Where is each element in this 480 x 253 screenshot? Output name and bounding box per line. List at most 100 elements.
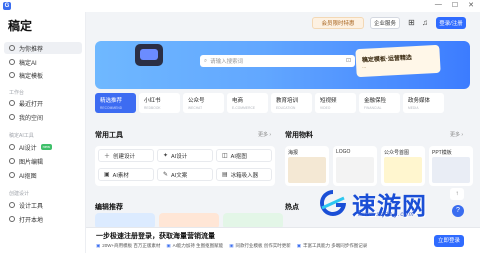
login-register-button[interactable]: 登录/注册 [436, 17, 466, 29]
tool-label: AI素材 [112, 172, 129, 179]
category-sublabel: MEDIA [408, 106, 419, 110]
category-tile-financial[interactable]: 金融保险 FINANCIAL [359, 93, 400, 113]
tool-fridge[interactable]: ▤ 冰箱吸入器 [216, 168, 272, 181]
category-sublabel: VIDEO [320, 106, 331, 110]
material-card-ppt[interactable]: PPT模板 [429, 146, 473, 186]
tool-ai-material[interactable]: ▣ AI素材 [98, 168, 154, 181]
hot-section-title: 热点 [285, 204, 299, 211]
promo-feature: 同款行业模板 创作实时更新 [229, 243, 290, 249]
sidebar-item-label: AI抠图 [19, 173, 37, 180]
login-promo-bar: 一步极速注册登录，获取海量营销流量 20W+商用模板 百万正版素材 AI能力加持… [86, 227, 480, 253]
materials-row: 海报 LOGO 公众号首图 PPT模板 [285, 146, 475, 186]
category-tile-recommend[interactable]: 精选推荐 RECOMMEND [95, 93, 136, 113]
notification-icon[interactable]: ♫ [422, 18, 428, 27]
sidebar-item-label: 为你推荐 [19, 46, 44, 53]
grid-apps-icon[interactable]: ⊞ [408, 18, 415, 27]
promo-features: 20W+商用模板 百万正版素材 AI能力加持 生图抠图赋能 同款行业模板 创作实… [96, 243, 367, 249]
tool-label: AI设计 [171, 153, 188, 160]
image-search-icon[interactable]: ⊡ [346, 57, 351, 64]
material-label: LOGO [336, 149, 351, 155]
material-label: 海报 [288, 150, 299, 156]
enterprise-service-button[interactable]: 企业服务 [370, 17, 400, 29]
materials-section-title: 常用物料 [285, 132, 313, 139]
close-icon[interactable]: ✕ [468, 1, 474, 9]
material-card-logo[interactable]: LOGO [333, 146, 377, 186]
sidebar-item-recommend[interactable]: 为你推荐 [4, 42, 82, 54]
sidebar-item-cutout[interactable]: AI抠图 [4, 169, 82, 181]
material-card-wechat-cover[interactable]: 公众号首图 [381, 146, 425, 186]
tools-more-link[interactable]: 更多 › [258, 131, 271, 138]
tools-grid: ＋创建设计 ✦ AI设计 ◫ AI抠图 ▣ AI素材 ✎ AI文案 ▤ 冰箱吸入器 [95, 146, 275, 186]
watermark-logo-icon [320, 190, 346, 216]
window-titlebar: G — ☐ ✕ [0, 0, 480, 12]
category-label: 金融保险 [364, 98, 387, 104]
category-tabs: 精选推荐 RECOMMEND 小红书 REDBOOK 公众号 WECHAT 电商 E-C… [95, 93, 475, 113]
sidebar-item-label: 稿定模板 [19, 73, 44, 80]
category-sublabel: WECHAT [188, 106, 203, 110]
plus-icon: ＋ [104, 154, 111, 160]
tool-ai-cutout[interactable]: ◫ AI抠图 [216, 149, 272, 162]
sidebar-item-ai-design[interactable]: AI设计 new [4, 141, 82, 153]
sidebar: 稿定 为你推荐 稿定AI 稿定模板 工作台 最近打开 我的空间 稿定AI工具 A… [0, 12, 86, 253]
brand-title: 稿定 [8, 19, 33, 33]
sidebar-item-label: 最近打开 [19, 101, 44, 108]
tool-ai-design[interactable]: ✦ AI设计 [157, 149, 213, 162]
clock-icon [9, 100, 15, 106]
search-input[interactable]: ⌕ 请输入搜索词 ⊡ [200, 55, 355, 67]
search-icon: ⌕ [204, 57, 208, 64]
sidebar-item-templates[interactable]: 稿定模板 [4, 69, 82, 81]
category-label: 教育培训 [276, 98, 299, 104]
category-label: 短视频 [320, 98, 337, 104]
new-badge: new [40, 144, 53, 150]
category-tile-media[interactable]: 政务媒体 MEDIA [403, 93, 444, 113]
fridge-icon: ▤ [222, 172, 228, 178]
minimize-icon[interactable]: — [435, 1, 442, 9]
tool-ai-copywriting[interactable]: ✎ AI文案 [157, 168, 213, 181]
ai-icon [9, 59, 15, 65]
sidebar-section-ai-tools: 稿定AI工具 [9, 133, 34, 139]
tool-label: 冰箱吸入器 [230, 172, 259, 179]
sidebar-item-label: 稿定AI [19, 60, 37, 67]
sidebar-section-work: 工作台 [9, 90, 25, 96]
category-label: 电商 [232, 98, 244, 104]
tool-label: AI抠图 [230, 153, 247, 160]
category-tile-education[interactable]: 教育培训 EDUCATION [271, 93, 312, 113]
materials-more-link[interactable]: 更多 › [450, 131, 463, 138]
sidebar-item-my-space[interactable]: 我的空间 [4, 111, 82, 123]
hero-banner[interactable]: ⌕ 请输入搜索词 ⊡ 稿定模板·运营精选 ... [95, 41, 470, 89]
material-thumbnail [384, 157, 422, 183]
category-tile-ecommerce[interactable]: 电商 E-COMMERCE [227, 93, 268, 113]
login-now-button[interactable]: 立即登录 [434, 235, 464, 247]
vip-offer-button[interactable]: 会员限时特惠 [312, 17, 364, 29]
material-thumbnail [288, 157, 326, 183]
banner-subtitle: ... [362, 63, 367, 69]
home-icon [9, 45, 15, 51]
ai-icon: ✦ [163, 153, 169, 159]
sidebar-item-recent[interactable]: 最近打开 [4, 97, 82, 109]
promo-title: 一步极速注册登录，获取海量营销流量 [96, 233, 215, 240]
sidebar-item-design-tools[interactable]: 设计工具 [4, 199, 82, 211]
sidebar-item-ai[interactable]: 稿定AI [4, 56, 82, 68]
category-tile-redbook[interactable]: 小红书 REDBOOK [139, 93, 180, 113]
category-sublabel: REDBOOK [144, 106, 161, 110]
category-sublabel: E-COMMERCE [232, 106, 256, 110]
category-label: 精选推荐 [100, 98, 123, 104]
category-tile-video[interactable]: 短视频 VIDEO [315, 93, 356, 113]
tool-create-design[interactable]: ＋创建设计 [98, 149, 154, 162]
sidebar-item-label: 图片编辑 [19, 159, 44, 166]
template-icon [9, 72, 15, 78]
cutout-icon [9, 172, 15, 178]
tools-icon [9, 202, 15, 208]
sidebar-item-image-edit[interactable]: 图片编辑 [4, 155, 82, 167]
sidebar-item-open-local[interactable]: 打开本地 [4, 213, 82, 225]
category-tile-wechat[interactable]: 公众号 WECHAT [183, 93, 224, 113]
sidebar-item-label: 设计工具 [19, 203, 44, 210]
upload-icon [9, 216, 15, 222]
category-sublabel: EDUCATION [276, 106, 296, 110]
app-logo-icon: G [3, 2, 11, 10]
material-card-poster[interactable]: 海报 [285, 146, 329, 186]
window-controls: — ☐ ✕ [435, 1, 474, 9]
maximize-icon[interactable]: ☐ [452, 1, 458, 9]
cutout-icon: ◫ [222, 153, 228, 159]
banner-promo-card[interactable]: 稿定模板·运营精选 ... [355, 44, 441, 78]
